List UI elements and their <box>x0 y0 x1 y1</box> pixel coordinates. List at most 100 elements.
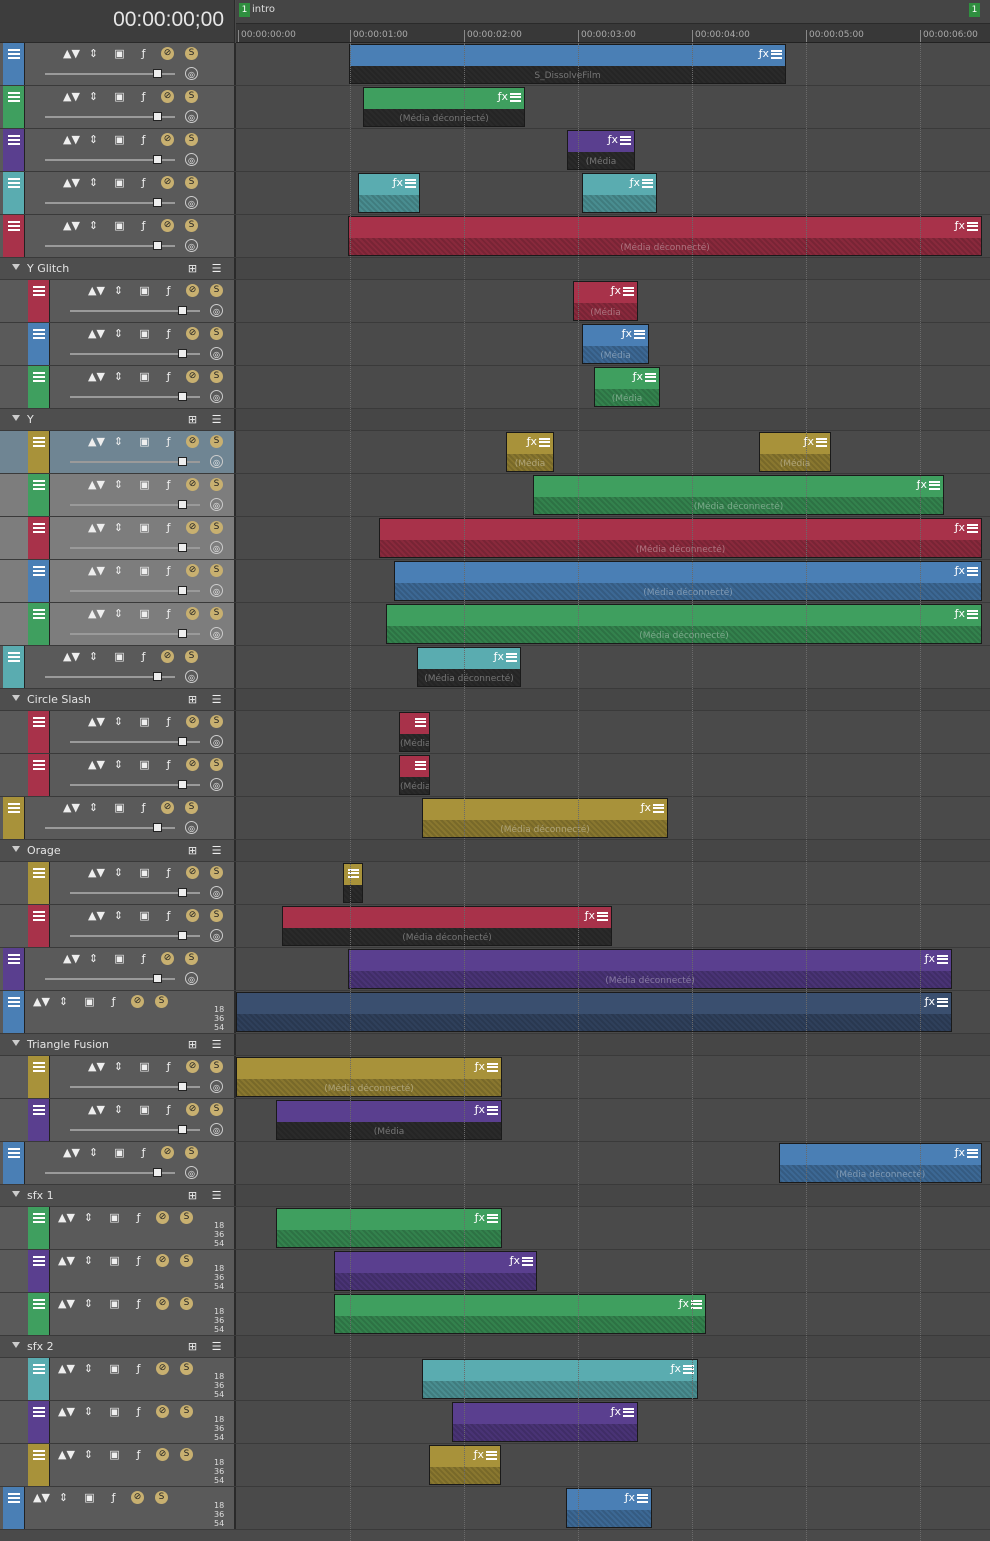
solo-ring-icon[interactable]: ◎ <box>210 347 223 360</box>
expand-icon[interactable]: ⇕ <box>112 715 125 728</box>
fx-icon[interactable]: ƒx <box>955 607 965 620</box>
mute-icon[interactable]: ⊘ <box>186 866 199 879</box>
solo-icon[interactable]: S <box>180 1254 193 1267</box>
fx-icon[interactable]: ƒ <box>137 801 150 814</box>
fx-icon[interactable]: ƒx <box>955 219 965 232</box>
mute-icon[interactable]: ⊘ <box>186 521 199 534</box>
expand-icon[interactable]: ⇕ <box>112 370 125 383</box>
solo-icon[interactable]: S <box>185 133 198 146</box>
track-color-chip[interactable] <box>3 797 25 839</box>
solo-icon[interactable]: S <box>155 1491 168 1504</box>
mute-icon[interactable]: ⊘ <box>156 1254 169 1267</box>
move-icon[interactable]: ▲▼ <box>58 1362 75 1375</box>
expand-icon[interactable]: ⇕ <box>82 1211 95 1224</box>
solo-ring-icon[interactable]: ◎ <box>210 584 223 597</box>
composite-icon[interactable]: ▣ <box>83 1491 96 1504</box>
fx-icon[interactable]: ƒx <box>955 521 965 534</box>
expand-icon[interactable]: ⇕ <box>87 47 100 60</box>
menu-icon[interactable] <box>33 1407 45 1417</box>
clip-menu-icon[interactable] <box>405 178 416 188</box>
collapse-triangle-icon[interactable] <box>12 1040 20 1046</box>
mute-icon[interactable]: ⊘ <box>186 284 199 297</box>
track-color-chip[interactable] <box>3 43 25 85</box>
track-color-chip[interactable] <box>3 129 25 171</box>
mute-icon[interactable]: ⊘ <box>161 1146 174 1159</box>
clip[interactable]: ƒx <box>334 1294 706 1334</box>
fx-icon[interactable]: ƒx <box>498 90 508 103</box>
mute-icon[interactable]: ⊘ <box>186 478 199 491</box>
track-color-chip[interactable] <box>28 1293 50 1335</box>
menu-icon[interactable] <box>33 286 45 296</box>
clip-menu-icon[interactable] <box>539 437 550 447</box>
fx-icon[interactable]: ƒ <box>162 521 175 534</box>
menu-icon[interactable] <box>33 1364 45 1374</box>
solo-ring-icon[interactable]: ◎ <box>210 304 223 317</box>
group-header[interactable]: Circle Slash ⊞ ☰ <box>0 689 236 710</box>
composite-icon[interactable]: ▣ <box>108 1448 121 1461</box>
expand-icon[interactable]: ⇕ <box>112 435 125 448</box>
clip[interactable]: ƒx (Média déconnecté) <box>533 475 944 515</box>
menu-icon[interactable] <box>8 997 20 1007</box>
track-color-chip[interactable] <box>3 948 25 990</box>
clip[interactable] <box>343 863 363 903</box>
move-icon[interactable]: ▲▼ <box>33 1491 50 1504</box>
mute-icon[interactable]: ⊘ <box>186 1103 199 1116</box>
clip-menu-icon[interactable] <box>967 1148 978 1158</box>
slider-handle[interactable] <box>178 543 187 552</box>
solo-ring-icon[interactable]: ◎ <box>185 110 198 123</box>
fx-icon[interactable]: ƒx <box>608 133 618 146</box>
clip-menu-icon[interactable] <box>929 480 940 490</box>
expand-icon[interactable]: ⇕ <box>82 1297 95 1310</box>
move-icon[interactable]: ▲▼ <box>33 995 50 1008</box>
track-color-chip[interactable] <box>3 1487 25 1529</box>
move-icon[interactable]: ▲▼ <box>63 176 80 189</box>
fx-icon[interactable]: ƒ <box>132 1211 145 1224</box>
clip-header[interactable] <box>380 519 981 540</box>
menu-icon[interactable] <box>33 868 45 878</box>
clip-header[interactable] <box>277 1101 501 1122</box>
solo-icon[interactable]: S <box>185 1146 198 1159</box>
marker-flag[interactable]: 1 <box>969 3 980 17</box>
composite-icon[interactable]: ▣ <box>138 435 151 448</box>
clip-menu-icon[interactable] <box>967 221 978 231</box>
composite-icon[interactable]: ▣ <box>138 909 151 922</box>
clip-menu-icon[interactable] <box>967 523 978 533</box>
slider-handle[interactable] <box>153 155 162 164</box>
clip[interactable]: ƒx (Média déconnecté) <box>386 604 982 644</box>
clip-header[interactable] <box>780 1144 981 1165</box>
menu-icon[interactable] <box>33 437 45 447</box>
track-color-chip[interactable] <box>3 86 25 128</box>
composite-icon[interactable]: ▣ <box>108 1405 121 1418</box>
collapse-triangle-icon[interactable] <box>12 1191 20 1197</box>
solo-ring-icon[interactable]: ◎ <box>185 196 198 209</box>
fx-icon[interactable]: ƒ <box>162 435 175 448</box>
composite-icon[interactable]: ▣ <box>108 1362 121 1375</box>
expand-icon[interactable]: ⇕ <box>87 133 100 146</box>
track-color-chip[interactable] <box>3 991 25 1033</box>
mute-icon[interactable]: ⊘ <box>156 1405 169 1418</box>
collapse-triangle-icon[interactable] <box>12 695 20 701</box>
mute-icon[interactable]: ⊘ <box>186 564 199 577</box>
solo-ring-icon[interactable]: ◎ <box>210 929 223 942</box>
fx-icon[interactable]: ƒ <box>162 370 175 383</box>
fx-icon[interactable]: ƒx <box>917 478 927 491</box>
solo-ring-icon[interactable]: ◎ <box>210 1080 223 1093</box>
move-icon[interactable]: ▲▼ <box>88 1060 105 1073</box>
group-menu-icon[interactable]: ☰ <box>210 844 223 857</box>
mute-icon[interactable]: ⊘ <box>186 715 199 728</box>
track-color-chip[interactable] <box>28 517 50 559</box>
move-icon[interactable]: ▲▼ <box>63 650 80 663</box>
slider-handle[interactable] <box>178 392 187 401</box>
collapse-triangle-icon[interactable] <box>12 846 20 852</box>
clip-menu-icon[interactable] <box>816 437 827 447</box>
menu-icon[interactable] <box>8 135 20 145</box>
mute-icon[interactable]: ⊘ <box>186 1060 199 1073</box>
track-color-chip[interactable] <box>28 1401 50 1443</box>
solo-icon[interactable]: S <box>210 478 223 491</box>
clip-menu-icon[interactable] <box>771 49 782 59</box>
solo-icon[interactable]: S <box>210 607 223 620</box>
clip-header[interactable] <box>453 1403 637 1424</box>
solo-ring-icon[interactable]: ◎ <box>210 541 223 554</box>
clip[interactable]: ƒx (Média déconnecté) <box>363 87 525 127</box>
clip-menu-icon[interactable] <box>967 566 978 576</box>
